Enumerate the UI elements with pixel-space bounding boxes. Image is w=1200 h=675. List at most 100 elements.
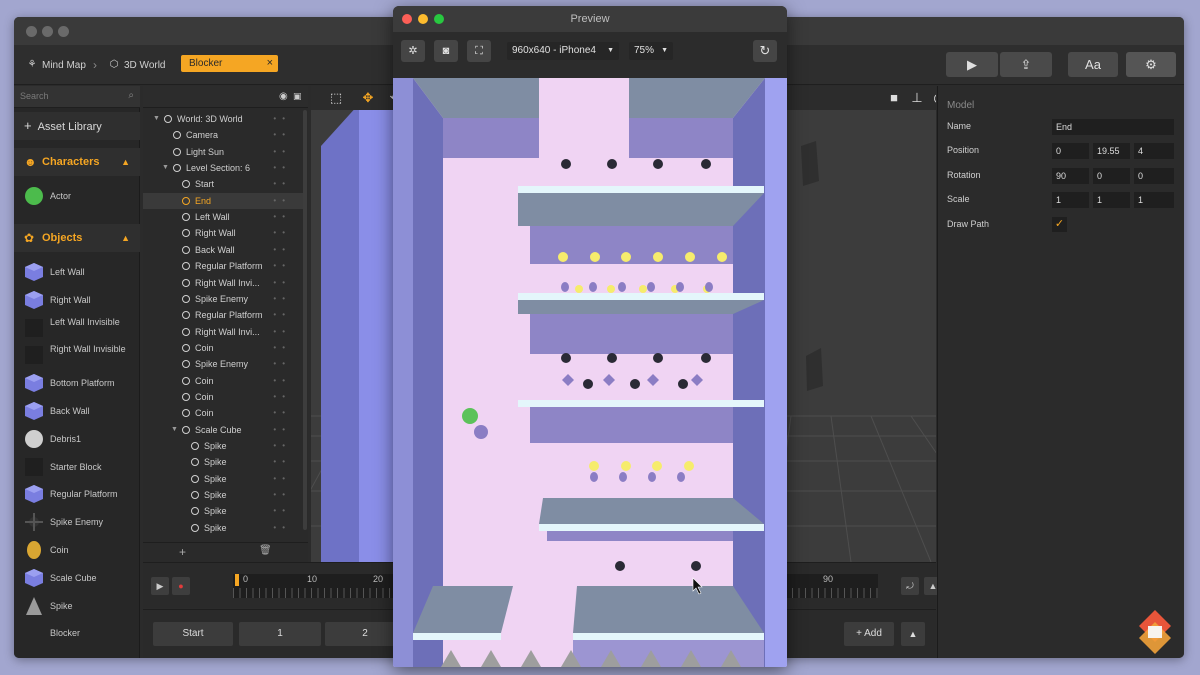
visibility-dots-icon[interactable]: •• <box>273 422 291 438</box>
asset-item[interactable]: Right Wall <box>14 286 140 314</box>
lock-icon[interactable]: ▣ <box>293 91 302 102</box>
tree-row[interactable]: Start •• <box>143 176 303 192</box>
tree-row[interactable]: Camera •• <box>143 127 303 143</box>
visibility-dots-icon[interactable]: •• <box>273 225 291 241</box>
expand-arrow-icon[interactable]: ▼ <box>153 111 160 127</box>
tree-row[interactable]: ▼ Level Section: 6 •• <box>143 160 303 176</box>
globe-icon[interactable]: ◍ <box>930 89 936 107</box>
tree-row[interactable]: Back Wall •• <box>143 242 303 258</box>
scale-y-field[interactable]: 1 <box>1093 192 1130 208</box>
tree-row[interactable]: Coin •• <box>143 405 303 421</box>
tree-row[interactable]: Spike Enemy •• <box>143 291 303 307</box>
scale-z-field[interactable]: 1 <box>1134 192 1174 208</box>
zoom-window-button[interactable] <box>434 14 444 24</box>
tree-row[interactable]: Spike •• <box>143 520 303 536</box>
expand-arrow-icon[interactable]: ▼ <box>162 160 169 176</box>
minimize-window-button[interactable] <box>42 26 53 37</box>
tree-row[interactable]: Spike •• <box>143 438 303 454</box>
tree-row[interactable]: Spike •• <box>143 487 303 503</box>
rotation-z-field[interactable]: 0 <box>1134 168 1174 184</box>
camera-icon[interactable]: ■ <box>885 89 903 107</box>
search-input[interactable]: Search ⌕ <box>14 86 140 108</box>
tree-row[interactable]: Spike •• <box>143 471 303 487</box>
asset-library-button[interactable]: + Asset Library <box>14 112 140 140</box>
visibility-dots-icon[interactable]: •• <box>273 471 291 487</box>
visibility-dots-icon[interactable]: •• <box>273 111 291 127</box>
asset-item[interactable]: Scale Cube <box>14 564 140 592</box>
visibility-dots-icon[interactable]: •• <box>273 373 291 389</box>
tree-row[interactable]: Regular Platform •• <box>143 258 303 274</box>
breadcrumb-3d-world[interactable]: ⬡ 3D World <box>108 59 166 71</box>
play-button[interactable]: ▶ <box>946 52 998 77</box>
visibility-dots-icon[interactable]: •• <box>273 340 291 356</box>
objects-section-header[interactable]: ✿ Objects ▲ <box>14 224 140 252</box>
asset-item[interactable]: Spike <box>14 592 140 620</box>
add-section-button[interactable]: + Add <box>844 622 894 646</box>
expand-arrow-icon[interactable]: ▼ <box>171 422 178 438</box>
visibility-dots-icon[interactable]: •• <box>273 127 291 143</box>
visibility-dots-icon[interactable]: •• <box>273 176 291 192</box>
tree-row[interactable]: Spike Enemy •• <box>143 356 303 372</box>
section-start-button[interactable]: Start <box>153 622 233 646</box>
close-window-button[interactable] <box>402 14 412 24</box>
visibility-dots-icon[interactable]: •• <box>273 291 291 307</box>
visibility-dots-icon[interactable]: •• <box>273 193 291 209</box>
name-field[interactable]: End <box>1052 119 1174 135</box>
rotation-y-field[interactable]: 0 <box>1093 168 1130 184</box>
tree-row[interactable]: Right Wall •• <box>143 225 303 241</box>
visibility-dots-icon[interactable]: •• <box>273 487 291 503</box>
tree-row[interactable]: Right Wall Invi... •• <box>143 324 303 340</box>
fit-button[interactable]: ⛶ <box>467 40 491 62</box>
draw-path-checkbox[interactable]: ✓ <box>1052 217 1067 232</box>
tree-row[interactable]: Spike •• <box>143 454 303 470</box>
tree-row[interactable]: Coin •• <box>143 389 303 405</box>
rotation-x-field[interactable]: 90 <box>1052 168 1089 184</box>
zoom-window-button[interactable] <box>58 26 69 37</box>
font-button[interactable]: Aa <box>1068 52 1118 77</box>
visibility-dots-icon[interactable]: •• <box>273 454 291 470</box>
asset-item[interactable]: Actor <box>14 182 140 210</box>
characters-section-header[interactable]: ☻ Characters ▲ <box>14 148 140 176</box>
hierarchy-scrollbar[interactable] <box>303 110 307 530</box>
visibility-dots-icon[interactable]: •• <box>273 242 291 258</box>
timeline-play-button[interactable]: ▶ <box>151 577 169 595</box>
trash-icon[interactable]: 🗑 <box>259 545 272 556</box>
visibility-dots-icon[interactable]: •• <box>273 438 291 454</box>
tree-row[interactable]: Left Wall •• <box>143 209 303 225</box>
asset-item[interactable]: Right Wall Invisible <box>14 341 140 369</box>
asset-item[interactable]: Debris1 <box>14 425 140 453</box>
visibility-eye-icon[interactable]: ◉ <box>279 91 288 102</box>
select-rect-icon[interactable]: ⬚ <box>327 89 345 107</box>
tree-row[interactable]: Coin •• <box>143 340 303 356</box>
tree-row[interactable]: ▼ Scale Cube •• <box>143 422 303 438</box>
breadcrumb-active-tab[interactable]: Blocker × <box>181 55 278 72</box>
move-icon[interactable]: ✥ <box>359 89 377 107</box>
add-node-button[interactable]: + <box>179 545 186 559</box>
visibility-dots-icon[interactable]: •• <box>273 307 291 323</box>
visibility-dots-icon[interactable]: •• <box>273 356 291 372</box>
game-preview-canvas[interactable] <box>393 78 787 667</box>
tree-row[interactable]: Spike •• <box>143 503 303 519</box>
asset-item[interactable]: Spike Enemy <box>14 508 140 536</box>
visibility-dots-icon[interactable]: •• <box>273 160 291 176</box>
close-tab-icon[interactable]: × <box>267 55 273 72</box>
visibility-dots-icon[interactable]: •• <box>273 324 291 340</box>
close-window-button[interactable] <box>26 26 37 37</box>
asset-item[interactable]: Left Wall Invisible <box>14 314 140 342</box>
visibility-dots-icon[interactable]: •• <box>273 503 291 519</box>
reload-button[interactable]: ↻ <box>753 40 777 62</box>
tree-row[interactable]: End •• <box>143 192 303 209</box>
visibility-dots-icon[interactable]: •• <box>273 520 291 536</box>
asset-item[interactable]: Regular Platform <box>14 480 140 508</box>
asset-item[interactable]: Left Wall <box>14 258 140 286</box>
axis-icon[interactable]: ⊥ <box>908 89 926 107</box>
visibility-dots-icon[interactable]: •• <box>273 275 291 291</box>
tree-row[interactable]: Regular Platform •• <box>143 307 303 323</box>
zoom-select[interactable]: 75% ▼ <box>629 42 673 60</box>
tree-row[interactable]: Light Sun •• <box>143 144 303 160</box>
position-z-field[interactable]: 4 <box>1134 143 1174 159</box>
asset-item[interactable]: Bottom Platform <box>14 369 140 397</box>
minimize-window-button[interactable] <box>418 14 428 24</box>
asset-item[interactable]: Starter Block <box>14 453 140 481</box>
screenshot-button[interactable]: ◙ <box>434 40 458 62</box>
